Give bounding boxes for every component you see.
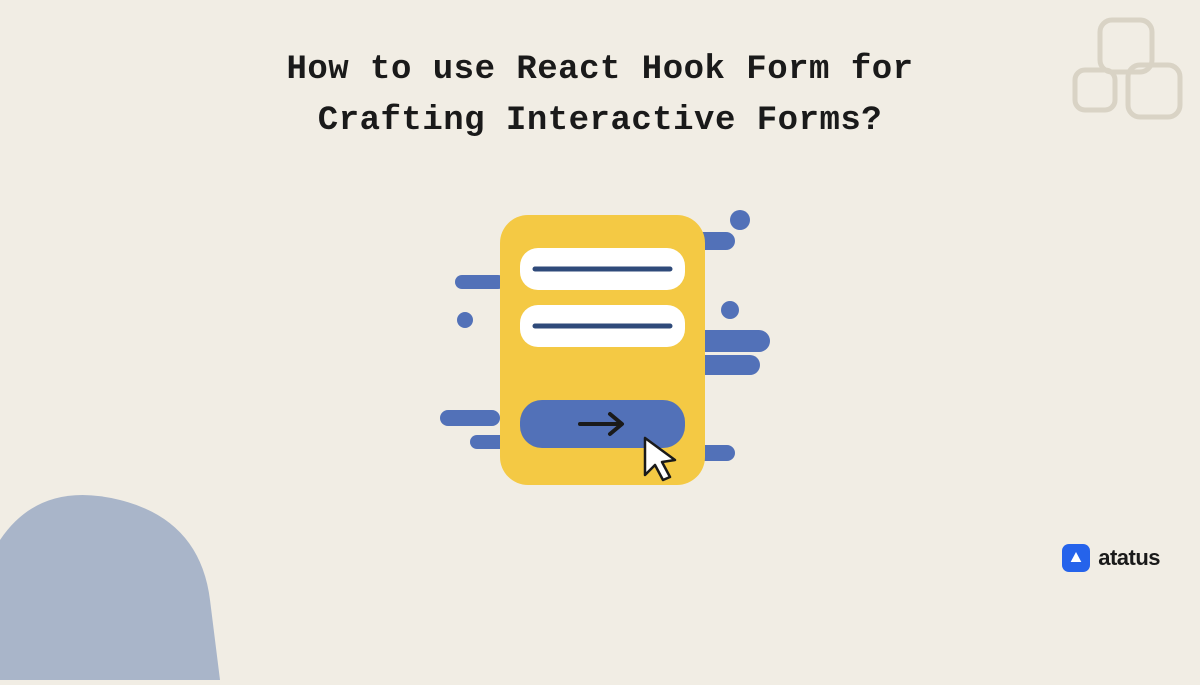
form-illustration	[420, 200, 780, 520]
brand-name: atatus	[1098, 545, 1160, 571]
title-line-2: Crafting Interactive Forms?	[318, 102, 882, 140]
brand-logo: atatus	[1062, 544, 1160, 572]
decorative-blob	[0, 400, 220, 680]
title-line-1: How to use React Hook Form for	[286, 51, 913, 89]
page-title: How to use React Hook Form for Crafting …	[0, 45, 1200, 147]
brand-icon	[1062, 544, 1090, 572]
